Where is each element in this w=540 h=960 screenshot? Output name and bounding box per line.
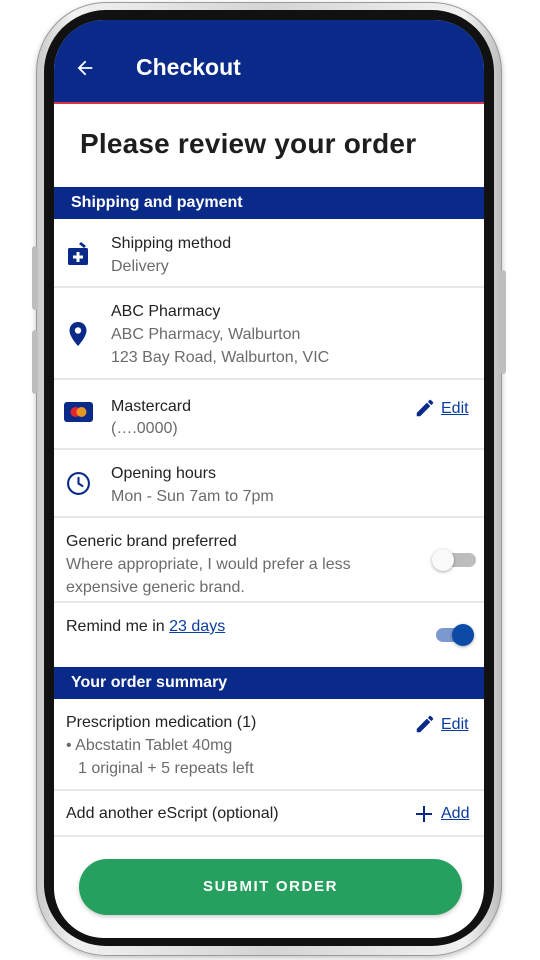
clock-icon — [67, 472, 90, 495]
add-escript-label: Add another eScript (optional) — [66, 805, 279, 822]
section-header-order-summary: Your order summary — [54, 667, 484, 699]
power-button — [500, 270, 506, 374]
mastercard-icon — [64, 402, 93, 422]
volume-down-button — [32, 330, 38, 394]
prescription-item: • Abcstatin Tablet 40mg — [66, 737, 233, 754]
payment-card-name: Mastercard — [111, 398, 192, 415]
shipping-method-title: Shipping method — [111, 235, 232, 252]
payment-card-number: (….0000) — [111, 420, 178, 437]
pharmacy-address-line2: 123 Bay Road, Walburton, VIC — [111, 349, 330, 366]
generic-brand-description-line1: Where appropriate, I would prefer a less — [66, 556, 351, 573]
pharmacy-row[interactable]: ABC Pharmacy ABC Pharmacy, Walburton 123… — [54, 288, 484, 380]
opening-hours-row: Opening hours Mon - Sun 7am to 7pm — [54, 450, 484, 518]
back-arrow-icon[interactable] — [74, 57, 96, 79]
app-bar: Checkout — [54, 20, 484, 104]
plus-icon[interactable] — [414, 804, 434, 824]
prescription-title: Prescription medication (1) — [66, 714, 257, 731]
add-escript-row[interactable]: Add another eScript (optional) Add — [54, 791, 484, 837]
volume-up-button — [32, 246, 38, 310]
edit-pencil-icon[interactable] — [414, 713, 436, 735]
remind-toggle[interactable] — [432, 623, 478, 647]
prescription-repeats: 1 original + 5 repeats left — [78, 760, 254, 777]
add-escript-link[interactable]: Add — [441, 805, 469, 823]
pharmacy-address-line1: ABC Pharmacy, Walburton — [111, 326, 301, 343]
shipping-method-row[interactable]: Shipping method Delivery — [54, 219, 484, 288]
pharmacy-bag-icon — [68, 242, 88, 265]
generic-brand-row: Generic brand preferred Where appropriat… — [54, 518, 484, 603]
generic-brand-title: Generic brand preferred — [66, 533, 237, 550]
edit-pencil-icon[interactable] — [414, 397, 436, 419]
opening-hours-title: Opening hours — [111, 465, 216, 482]
opening-hours-value: Mon - Sun 7am to 7pm — [111, 488, 274, 505]
prescription-row: Prescription medication (1) • Abcstatin … — [54, 699, 484, 791]
toggle-knob — [452, 624, 474, 646]
generic-brand-toggle[interactable] — [432, 548, 478, 572]
page-title: Please review your order — [80, 128, 417, 159]
shipping-method-value: Delivery — [111, 258, 169, 275]
toggle-knob — [432, 549, 454, 571]
prescription-edit-link[interactable]: Edit — [441, 716, 469, 734]
submit-order-button[interactable]: SUBMIT ORDER — [79, 859, 462, 915]
location-pin-icon — [69, 322, 87, 346]
remind-row: Remind me in 23 days — [54, 603, 484, 667]
section-header-shipping-payment: Shipping and payment — [54, 187, 484, 219]
remind-text: Remind me in 23 days — [66, 618, 225, 636]
payment-row: Mastercard (….0000) Edit — [54, 380, 484, 450]
pharmacy-name: ABC Pharmacy — [111, 303, 221, 320]
payment-edit-link[interactable]: Edit — [441, 400, 469, 418]
remind-days-link[interactable]: 23 days — [169, 618, 225, 635]
app-screen: Checkout Please review your order Shippi… — [54, 20, 484, 938]
generic-brand-description-line2: expensive generic brand. — [66, 579, 245, 596]
remind-prefix: Remind me in — [66, 618, 170, 635]
app-bar-title: Checkout — [136, 54, 241, 80]
